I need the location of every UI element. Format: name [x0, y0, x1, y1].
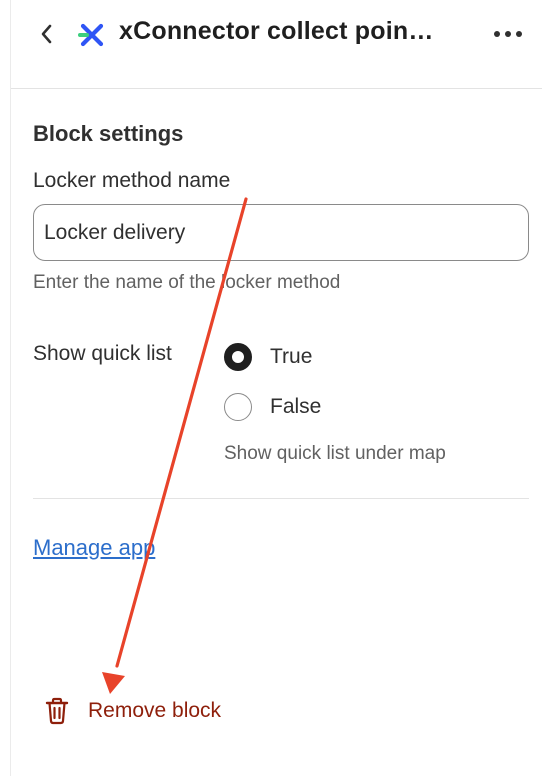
quick-list-label: Show quick list	[33, 342, 172, 365]
manage-app-link[interactable]: Manage app	[33, 535, 155, 561]
more-horizontal-icon	[494, 31, 522, 37]
radio-label-false: False	[270, 395, 322, 418]
locker-method-label: Locker method name	[33, 169, 231, 192]
locker-method-help: Enter the name of the locker method	[33, 272, 341, 293]
xconnector-logo-icon	[77, 20, 107, 50]
radio-option-false[interactable]: False	[224, 393, 321, 421]
radio-button-checked[interactable]	[224, 343, 252, 371]
section-title: Block settings	[33, 121, 184, 146]
app-block-title: xConnector collect poin…	[119, 17, 434, 45]
back-button[interactable]	[33, 20, 61, 48]
quick-list-help: Show quick list under map	[224, 443, 446, 464]
remove-block-button[interactable]: Remove block	[44, 697, 221, 725]
panel-left-border	[10, 0, 11, 776]
radio-option-true[interactable]: True	[224, 343, 312, 371]
radio-label-true: True	[270, 345, 313, 368]
section-divider	[33, 498, 529, 499]
trash-icon	[45, 697, 69, 725]
more-actions-button[interactable]	[489, 20, 527, 48]
radio-button-unchecked[interactable]	[224, 393, 252, 421]
annotation-arrow	[102, 197, 248, 694]
panel-header: xConnector collect poin…	[11, 0, 542, 89]
remove-block-label: Remove block	[88, 699, 222, 722]
chevron-left-icon	[41, 24, 52, 44]
locker-method-input[interactable]	[33, 204, 529, 261]
